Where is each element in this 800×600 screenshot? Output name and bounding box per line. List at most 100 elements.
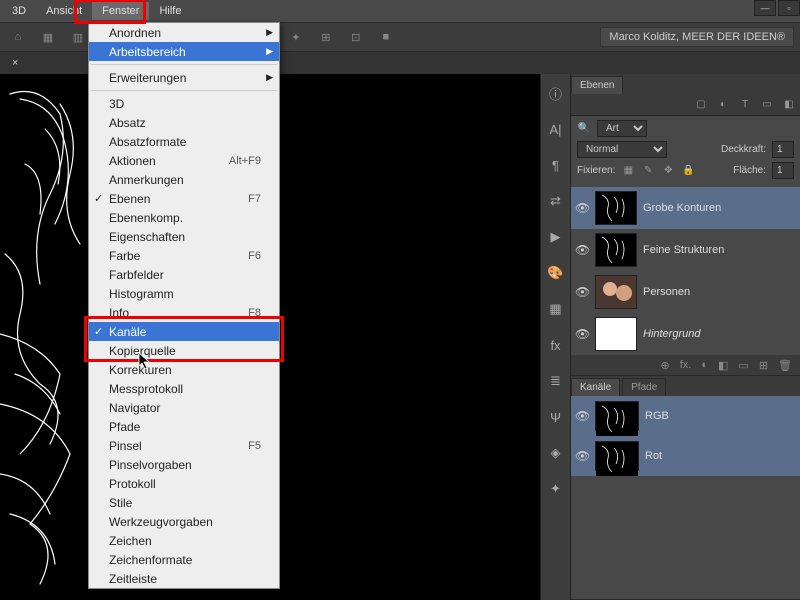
lock-pixels-icon[interactable]: ▦ — [621, 164, 635, 178]
visibility-eye-icon[interactable]: 👁 — [575, 327, 589, 341]
canvas[interactable] — [0, 74, 570, 600]
group-icon[interactable]: ▭ — [738, 359, 748, 372]
adjust-icon[interactable]: ⇄ — [547, 192, 565, 210]
layer-row[interactable]: 👁Grobe Konturen — [571, 187, 800, 229]
visibility-eye-icon[interactable]: 👁 — [575, 201, 589, 215]
grid2-icon[interactable]: ▥ — [70, 29, 86, 45]
blend-select[interactable]: Normal — [577, 141, 667, 158]
menu-item-info[interactable]: InfoF8 — [89, 303, 279, 322]
minimize-button[interactable]: — — [754, 0, 776, 16]
menu-item-stile[interactable]: Stile — [89, 493, 279, 512]
menu-fenster[interactable]: Fenster — [92, 2, 149, 20]
menu-item-farbfelder[interactable]: Farbfelder — [89, 265, 279, 284]
play-icon[interactable]: ▶ — [547, 228, 565, 246]
menu-item-zeichen[interactable]: Zeichen — [89, 531, 279, 550]
lock-brush-icon[interactable]: ✎ — [641, 164, 655, 178]
palette-icon[interactable]: 🎨 — [547, 264, 565, 282]
layer-thumb[interactable] — [595, 233, 637, 267]
opt3-icon[interactable]: ⊞ — [318, 29, 334, 45]
trash-icon[interactable]: 🗑 — [778, 359, 792, 372]
menu-item-pinsel[interactable]: PinselF5 — [89, 436, 279, 455]
visibility-eye-icon[interactable]: 👁 — [575, 449, 589, 463]
visibility-eye-icon[interactable]: 👁 — [575, 409, 589, 423]
opacity-input[interactable] — [772, 141, 794, 158]
para-panel-icon[interactable]: ¶ — [547, 156, 565, 174]
home-icon[interactable]: ⌂ — [10, 29, 26, 45]
menu-3d[interactable]: 3D — [2, 2, 36, 20]
filter-image-icon[interactable]: ▢ — [694, 98, 708, 112]
layer-thumb[interactable] — [595, 275, 637, 309]
layer-thumb[interactable] — [595, 191, 637, 225]
adjustment-icon[interactable]: ◧ — [718, 359, 728, 372]
kind-select[interactable]: Art — [597, 120, 647, 137]
filter-adjust-icon[interactable]: ◐ — [716, 98, 730, 112]
opt4-icon[interactable]: ⊡ — [348, 29, 364, 45]
menu-item-korrekturen[interactable]: Korrekturen — [89, 360, 279, 379]
menu-item-anordnen[interactable]: Anordnen▶ — [89, 23, 279, 42]
fx-icon[interactable]: fx — [547, 336, 565, 354]
fill-input[interactable] — [772, 162, 794, 179]
swatch-icon[interactable]: ▦ — [547, 300, 565, 318]
menu-item-pfade[interactable]: Pfade — [89, 417, 279, 436]
restore-button[interactable]: ▫ — [778, 0, 800, 16]
author-box[interactable]: Marco Kolditz, MEER DER IDEEN® — [600, 27, 794, 47]
channel-thumb[interactable] — [595, 401, 639, 431]
menu-ansicht[interactable]: Ansicht — [36, 2, 92, 20]
menu-item-aktionen[interactable]: AktionenAlt+F9 — [89, 151, 279, 170]
char-panel-icon[interactable]: A| — [547, 120, 565, 138]
menu-item-ebenenkomp-[interactable]: Ebenenkomp. — [89, 208, 279, 227]
menu-item-kopierquelle[interactable]: Kopierquelle — [89, 341, 279, 360]
channel-row[interactable]: 👁Rot — [571, 436, 800, 476]
search-icon[interactable]: 🔍 — [577, 122, 591, 136]
lock-all-icon[interactable]: 🔒 — [681, 164, 695, 178]
link-icon[interactable]: ⊕ — [661, 359, 670, 372]
menu-item-ebenen[interactable]: ✓EbenenF7 — [89, 189, 279, 208]
cube-icon[interactable]: ◈ — [547, 444, 565, 462]
menu-item-erweiterungen[interactable]: Erweiterungen▶ — [89, 68, 279, 87]
mask-icon[interactable]: ◐ — [701, 359, 708, 371]
layer-row[interactable]: 👁Hintergrund — [571, 313, 800, 355]
opt5-icon[interactable]: ■ — [378, 29, 394, 45]
layer-row[interactable]: 👁Feine Strukturen — [571, 229, 800, 271]
channel-row[interactable]: 👁RGB — [571, 396, 800, 436]
menu-item-absatz[interactable]: Absatz — [89, 113, 279, 132]
layer-row[interactable]: 👁Personen — [571, 271, 800, 313]
menu-hilfe[interactable]: Hilfe — [149, 2, 191, 20]
menu-item-werkzeugvorgaben[interactable]: Werkzeugvorgaben — [89, 512, 279, 531]
visibility-eye-icon[interactable]: 👁 — [575, 285, 589, 299]
filter-text-icon[interactable]: T — [738, 98, 752, 112]
menu-item-absatzformate[interactable]: Absatzformate — [89, 132, 279, 151]
newlayer-icon[interactable]: ⊞ — [759, 359, 768, 372]
filter-shape-icon[interactable]: ▭ — [760, 98, 774, 112]
lock-move-icon[interactable]: ✥ — [661, 164, 675, 178]
menu-item-eigenschaften[interactable]: Eigenschaften — [89, 227, 279, 246]
menu-item-3d[interactable]: 3D — [89, 94, 279, 113]
menu-item-arbeitsbereich[interactable]: Arbeitsbereich▶ — [89, 42, 279, 61]
tab-ebenen[interactable]: Ebenen — [571, 76, 623, 94]
filter-smart-icon[interactable]: ◧ — [782, 98, 796, 112]
menu-item-zeitleiste[interactable]: Zeitleiste — [89, 569, 279, 588]
visibility-eye-icon[interactable]: 👁 — [575, 243, 589, 257]
menu-item-kan-le[interactable]: ✓Kanäle — [89, 322, 279, 341]
fx-button[interactable]: fx. — [680, 359, 692, 371]
menu-item-anmerkungen[interactable]: Anmerkungen — [89, 170, 279, 189]
channel-thumb[interactable] — [595, 441, 639, 471]
menu-item-protokoll[interactable]: Protokoll — [89, 474, 279, 493]
axis-icon[interactable]: ✦ — [547, 480, 565, 498]
menu-item-messprotokoll[interactable]: Messprotokoll — [89, 379, 279, 398]
info-icon[interactable]: ⓘ — [547, 84, 565, 102]
tab-kanaele[interactable]: Kanäle — [571, 378, 620, 396]
doc-tab-close[interactable]: × — [6, 55, 24, 71]
menu-item-farbe[interactable]: FarbeF6 — [89, 246, 279, 265]
opt2-icon[interactable]: ✦ — [288, 29, 304, 45]
layer-thumb[interactable] — [595, 317, 637, 351]
tab-pfade[interactable]: Pfade — [622, 378, 666, 396]
right-panels: Ebenen ▢ ◐ T ▭ ◧ 🔍 Art Normal Deckkraft: — [570, 74, 800, 600]
tuning-icon[interactable]: Ψ — [547, 408, 565, 426]
grid-icon[interactable]: ▦ — [40, 29, 56, 45]
menu-item-zeichenformate[interactable]: Zeichenformate — [89, 550, 279, 569]
menu-item-pinselvorgaben[interactable]: Pinselvorgaben — [89, 455, 279, 474]
levels-icon[interactable]: ≣ — [547, 372, 565, 390]
menu-item-navigator[interactable]: Navigator — [89, 398, 279, 417]
menu-item-histogramm[interactable]: Histogramm — [89, 284, 279, 303]
